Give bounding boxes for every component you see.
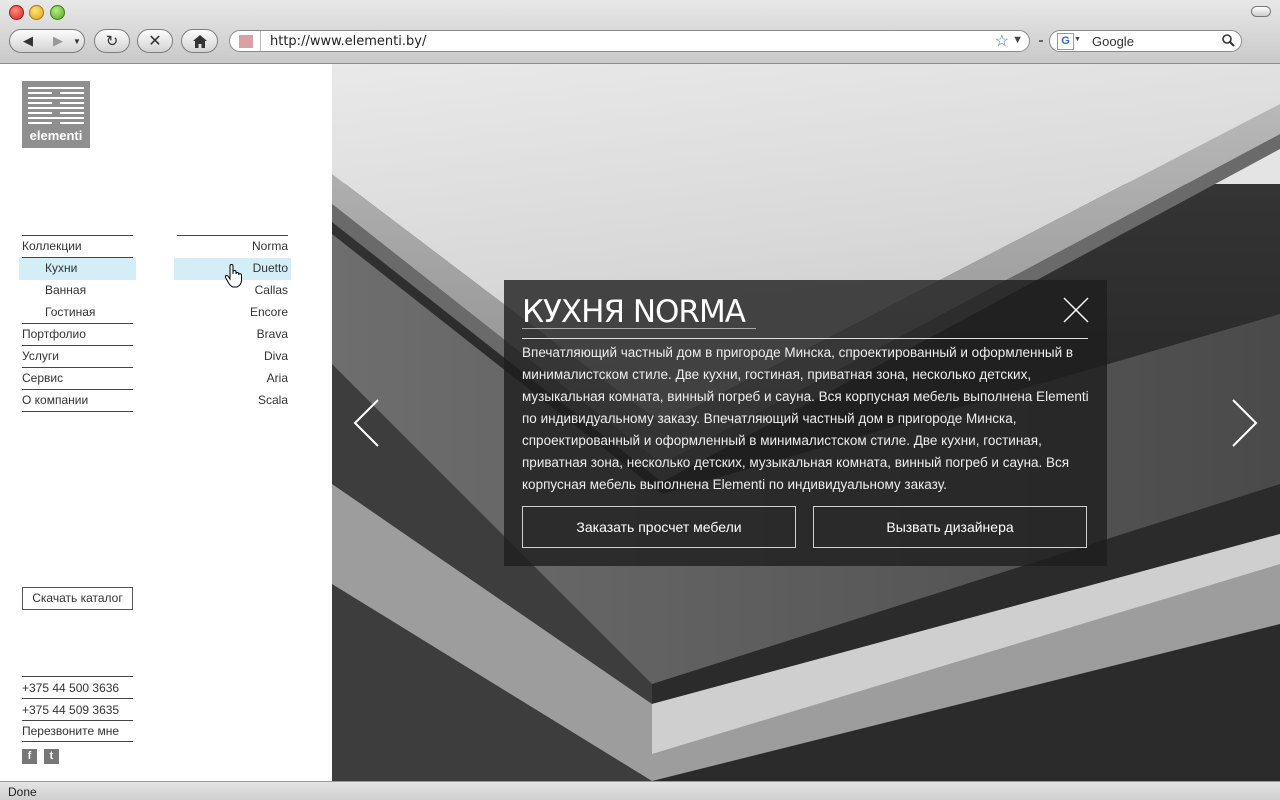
menu-item-service[interactable]: Сервис (22, 368, 133, 390)
facebook-icon[interactable]: f (22, 749, 37, 764)
menu-item-living-room[interactable]: Гостиная (22, 302, 133, 324)
menu-item-kitchens[interactable]: Кухни (19, 258, 136, 280)
back-button[interactable]: ◀ (13, 33, 43, 49)
pointer-hand-icon (224, 264, 242, 288)
collection-item-diva[interactable]: Diva (177, 346, 288, 368)
google-engine-icon[interactable]: G (1057, 33, 1074, 50)
window-zoom-button[interactable] (50, 5, 65, 20)
menu-item-portfolio[interactable]: Портфолио (22, 324, 133, 346)
site-sidebar: elementi Коллекции Кухни Ванная Гостиная… (0, 64, 332, 781)
panel-description: Впечатляющий частный дом в пригороде Мин… (522, 345, 1089, 492)
window-close-button[interactable] (9, 5, 24, 20)
order-calculation-button[interactable]: Заказать просчет мебели (522, 506, 796, 548)
call-designer-button[interactable]: Вызвать дизайнера (813, 506, 1087, 548)
collection-item-norma[interactable]: Norma (177, 236, 288, 258)
forward-arrow-icon: ▶ (53, 33, 64, 48)
favicon-icon (239, 35, 253, 48)
prev-slide-arrow-icon[interactable] (352, 397, 382, 449)
window-minimize-button[interactable] (29, 5, 44, 20)
browser-toolbar: ◀ ▶ ▼ ↻ ✕ http://www.elementi.by/ ☆ ▼ G … (0, 0, 1280, 64)
history-dropdown-icon[interactable]: ▼ (73, 37, 81, 46)
phone-number-2[interactable]: +375 44 509 3635 (22, 699, 133, 721)
address-bar[interactable]: http://www.elementi.by/ ☆ ▼ (229, 30, 1030, 52)
url-dropdown-icon[interactable]: ▼ (1012, 34, 1023, 46)
panel-title: КУХНЯ NORMA (522, 294, 746, 330)
home-icon (192, 34, 207, 48)
callback-link[interactable]: Перезвоните мне (22, 722, 133, 742)
search-icon[interactable] (1222, 34, 1235, 47)
reload-icon: ↻ (105, 33, 119, 50)
download-catalog-button[interactable]: Скачать каталог (22, 587, 133, 610)
home-button[interactable] (181, 29, 218, 53)
forward-button[interactable]: ▶ (43, 33, 73, 49)
elementi-logo[interactable]: elementi (22, 81, 90, 148)
collection-item-scala[interactable]: Scala (177, 390, 288, 412)
twitter-icon[interactable]: t (44, 749, 59, 764)
close-icon[interactable] (1062, 296, 1090, 324)
hero-slideshow: КУХНЯ NORMA Впечатляющий частный дом в п… (332, 64, 1280, 781)
reload-button[interactable]: ↻ (94, 29, 130, 53)
menu-item-about[interactable]: О компании (22, 390, 133, 412)
phone-number-1[interactable]: +375 44 500 3636 (22, 677, 133, 699)
menu-item-bathroom[interactable]: Ванная (22, 280, 133, 302)
collection-info-panel: КУХНЯ NORMA Впечатляющий частный дом в п… (504, 280, 1107, 566)
back-arrow-icon: ◀ (23, 33, 34, 48)
next-slide-arrow-icon[interactable] (1229, 397, 1259, 449)
search-input[interactable]: Google (1092, 34, 1134, 49)
bookmark-star-icon[interactable]: ☆ (995, 31, 1009, 51)
status-bar: Done (0, 781, 1280, 800)
collection-item-encore[interactable]: Encore (177, 302, 288, 324)
url-text[interactable]: http://www.elementi.by/ (270, 34, 426, 49)
stop-icon: ✕ (148, 33, 162, 50)
engine-dropdown-icon[interactable]: ▼ (1074, 36, 1081, 43)
menu-item-services[interactable]: Услуги (22, 346, 133, 368)
menu-item-collections[interactable]: Коллекции (22, 236, 133, 258)
collection-item-brava[interactable]: Brava (177, 324, 288, 346)
status-text: Done (8, 785, 37, 799)
stop-button[interactable]: ✕ (137, 29, 173, 53)
collection-item-aria[interactable]: Aria (177, 368, 288, 390)
toolbar-toggle-button[interactable] (1251, 6, 1271, 17)
logo-text: elementi (29, 128, 83, 143)
back-forward-group: ◀ ▶ ▼ (9, 29, 85, 53)
search-bar[interactable]: G ▼ Google (1049, 30, 1242, 52)
